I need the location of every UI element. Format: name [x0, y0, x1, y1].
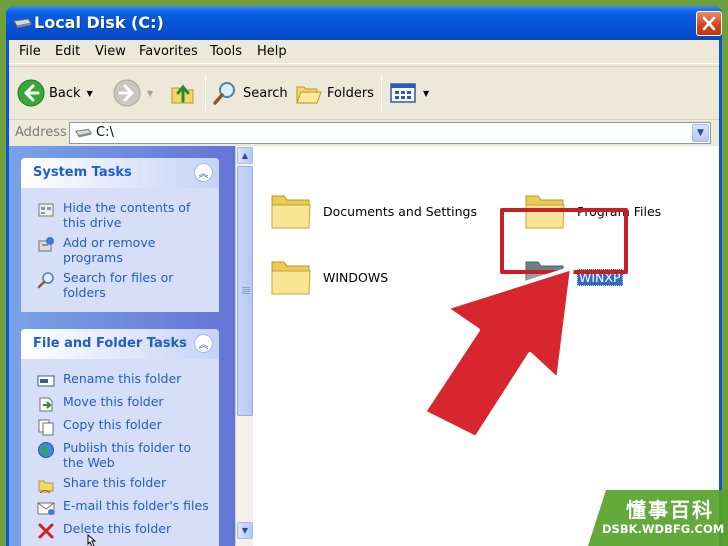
address-value: C:\: [96, 125, 114, 140]
task-copy-folder[interactable]: Copy this folder: [37, 417, 213, 436]
address-label: Address: [15, 125, 67, 140]
task-share-folder[interactable]: Share this folder: [37, 475, 213, 494]
search-icon: [213, 82, 235, 105]
back-label: Back: [49, 85, 81, 101]
task-label: Hide the contents of this drive: [63, 200, 191, 230]
folder-icon: [271, 195, 311, 229]
menu-help[interactable]: Help: [257, 44, 287, 59]
forward-dropdown-icon[interactable]: ▼: [147, 89, 153, 98]
folders-label: Folders: [327, 85, 374, 101]
drive-icon: [13, 18, 32, 28]
back-dropdown-icon[interactable]: ▼: [87, 89, 93, 98]
address-input[interactable]: C:\ ▼: [69, 122, 711, 144]
views-dropdown-icon[interactable]: ▼: [423, 89, 429, 98]
scroll-grip: [242, 287, 250, 288]
forward-arrow-icon: [113, 79, 141, 107]
title-bar[interactable]: Local Disk (C:): [6, 6, 722, 40]
views-icon: [390, 83, 416, 103]
task-hide-contents[interactable]: Hide the contents of this drive: [37, 200, 213, 230]
task-move-folder[interactable]: Move this folder: [37, 394, 213, 413]
task-label: Copy this folder: [63, 417, 162, 432]
search-label: Search: [243, 85, 288, 101]
menu-tools[interactable]: Tools: [210, 44, 242, 59]
move-icon: [39, 397, 53, 412]
drive-icon: [75, 128, 92, 138]
task-label: Search for files or folders: [63, 270, 174, 300]
address-dropdown-icon[interactable]: ▼: [692, 124, 709, 142]
file-folder-tasks-header[interactable]: File and Folder Tasks ︽: [21, 329, 219, 359]
folder-label: WINDOWS: [323, 269, 389, 285]
task-label: E-mail this folder's files: [63, 498, 209, 513]
toolbar-separator: [205, 75, 206, 111]
task-rename-folder[interactable]: Rename this folder: [37, 371, 213, 390]
address-bar: Address C:\ ▼: [9, 119, 719, 145]
back-button[interactable]: Back ▼: [17, 73, 93, 113]
up-folder-button[interactable]: [169, 73, 197, 113]
folders-button[interactable]: Folders: [295, 73, 374, 113]
task-pane: System Tasks ︽ Hide the contents of this…: [9, 146, 235, 546]
collapse-chevron-icon[interactable]: ︽: [194, 334, 213, 353]
toolbar: Back ▼ ▼ Search Folders ▼: [9, 66, 719, 118]
scroll-up-icon[interactable]: ▲: [237, 147, 253, 164]
system-tasks-panel: System Tasks ︽ Hide the contents of this…: [21, 158, 219, 312]
task-email-files[interactable]: E-mail this folder's files: [37, 498, 213, 517]
task-search-files[interactable]: Search for files or folders: [37, 270, 213, 300]
search-button[interactable]: Search: [211, 73, 288, 113]
close-icon: [702, 16, 716, 31]
red-arrow-icon: [422, 266, 574, 440]
task-publish-web[interactable]: Publish this folder to the Web: [37, 440, 213, 470]
task-add-remove-programs[interactable]: Add or remove programs: [37, 235, 213, 265]
watermark: 懂事百科 DSBK.WDBFG.COM: [588, 490, 728, 546]
task-label: Move this folder: [63, 394, 164, 409]
task-label: Rename this folder: [63, 371, 182, 386]
file-folder-tasks-title: File and Folder Tasks: [33, 336, 187, 351]
scroll-thumb[interactable]: [237, 166, 253, 416]
add-remove-programs-icon: [38, 237, 54, 252]
menu-view[interactable]: View: [95, 44, 126, 59]
email-icon: [37, 502, 55, 515]
menu-favorites[interactable]: Favorites: [139, 44, 198, 59]
folder-windows[interactable]: WINDOWS: [269, 256, 388, 298]
system-tasks-title: System Tasks: [33, 165, 132, 180]
folders-icon: [296, 86, 322, 104]
folder-icon: [271, 261, 311, 295]
menu-edit[interactable]: Edit: [55, 44, 80, 59]
copy-icon: [38, 419, 54, 436]
forward-button[interactable]: ▼: [113, 73, 153, 113]
folder-documents-and-settings[interactable]: Documents and Settings: [269, 190, 477, 232]
publish-web-icon: [38, 442, 54, 458]
menu-bar: File Edit View Favorites Tools Help: [9, 40, 719, 64]
system-tasks-header[interactable]: System Tasks ︽: [21, 158, 219, 188]
search-icon: [37, 272, 54, 289]
collapse-chevron-icon[interactable]: ︽: [194, 163, 213, 182]
file-folder-tasks-panel: File and Folder Tasks ︽ Rename this fold…: [21, 329, 219, 546]
task-label: Share this folder: [63, 475, 167, 490]
hide-contents-icon: [38, 203, 54, 217]
rename-icon: [37, 375, 55, 387]
menu-file[interactable]: File: [19, 44, 41, 59]
window-body: File Edit View Favorites Tools Help Back…: [9, 40, 719, 546]
vertical-scrollbar[interactable]: ▲ ▼: [235, 146, 253, 546]
task-delete-folder[interactable]: Delete this folder: [37, 521, 213, 540]
watermark-title: 懂事百科: [626, 498, 714, 522]
toolbar-separator: [381, 75, 382, 111]
explorer-window: Local Disk (C:) File Edit View Favorites…: [6, 6, 722, 546]
window-title: Local Disk (C:): [34, 13, 164, 32]
task-label: Publish this folder to the Web: [63, 440, 192, 470]
watermark-url: DSBK.WDBFG.COM: [602, 522, 725, 536]
delete-icon: [38, 523, 54, 539]
share-icon: [38, 480, 54, 494]
up-folder-icon: [171, 84, 194, 104]
folder-label: Documents and Settings: [323, 203, 478, 219]
close-button[interactable]: [696, 11, 722, 36]
task-label: Add or remove programs: [63, 235, 156, 265]
mouse-cursor-icon: [87, 534, 97, 546]
views-button[interactable]: ▼: [389, 73, 429, 113]
scroll-down-icon[interactable]: ▼: [237, 522, 253, 539]
back-arrow-icon: [17, 79, 45, 107]
